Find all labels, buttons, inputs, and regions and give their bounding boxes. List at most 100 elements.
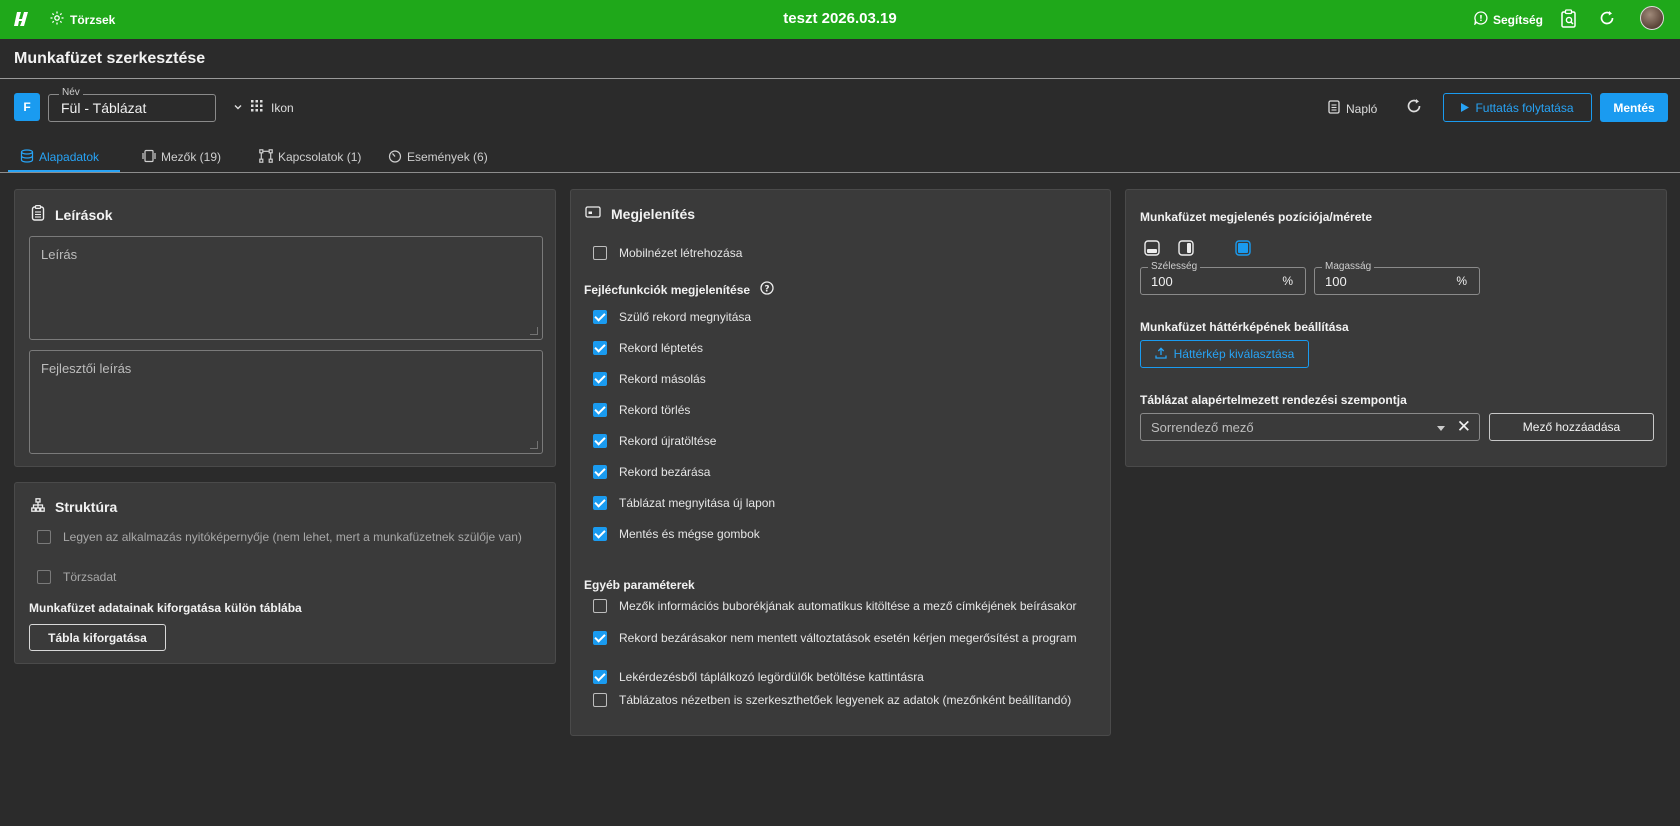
checkbox-label: Szülő rekord megnyitása [619, 310, 752, 324]
szelesseg-legend: Szélesség [1148, 261, 1201, 272]
checkbox-label: Mentés és mégse gombok [619, 527, 760, 541]
caret-down-icon[interactable] [1437, 426, 1445, 431]
help-circle-icon[interactable]: ? [760, 281, 774, 298]
szelesseg-field[interactable]: Szélesség 100 % [1140, 261, 1306, 295]
run-label: Futtatás folytatása [1475, 100, 1574, 115]
checkbox-label: Törzsadat [63, 570, 117, 584]
position-bottom-icon[interactable] [1144, 240, 1160, 256]
fejlec-checkbox-row[interactable]: Szülő rekord megnyitása [593, 309, 751, 325]
sun-icon [50, 11, 64, 28]
fejlec-label: Fejlécfunkciók megjelenítése [584, 282, 751, 297]
workbook-badge: F [14, 93, 40, 121]
checkbox[interactable] [593, 434, 607, 448]
fejlec-checkbox-row[interactable]: Rekord bezárása [593, 464, 710, 480]
checkbox[interactable] [593, 310, 607, 324]
position-full-icon[interactable] [1235, 240, 1251, 256]
egyeb-checkbox-row[interactable]: Mezők információs buborékjának automatik… [593, 598, 1083, 614]
tab-bar: Alapadatok Mezők (19) Kapcsolatok (1) Es… [0, 140, 1680, 174]
checkbox-label: Rekord léptetés [619, 341, 704, 355]
fejlec-checkbox-row[interactable]: Mentés és mégse gombok [593, 526, 760, 542]
help-label: Segítség [1493, 12, 1544, 27]
fields-icon [142, 149, 156, 166]
help-button[interactable]: ! Segítség [1474, 11, 1543, 28]
icon-picker[interactable]: Ikon [233, 100, 294, 115]
upload-icon [1154, 346, 1167, 362]
fejlec-checkbox-row[interactable]: Rekord másolás [593, 371, 706, 387]
tab-label: Kapcsolatok (1) [278, 150, 362, 164]
fejlec-checkbox-row[interactable]: Rekord törlés [593, 402, 690, 418]
rendezes-label: Táblázat alapértelmezett rendezési szemp… [1140, 393, 1407, 407]
checkbox[interactable] [37, 530, 51, 544]
app-title: teszt 2026.03.19 [783, 10, 897, 27]
hatterkep-button[interactable]: Háttérkép kiválasztása [1140, 340, 1309, 368]
tab-kapcsolatok[interactable]: Kapcsolatok (1) [259, 140, 361, 174]
fejlec-checkbox-row[interactable]: Táblázat megnyitása új lapon [593, 495, 775, 511]
clipboard-search-icon[interactable] [1560, 9, 1580, 29]
checkbox[interactable] [593, 527, 607, 541]
nyitokepernyo-checkbox-row[interactable]: Legyen az alkalmazás nyitóképernyője (ne… [37, 529, 547, 545]
log-icon [1328, 100, 1340, 117]
egyeb-checkbox-row[interactable]: Rekord bezárásakor nem mentett változtat… [593, 630, 1083, 646]
close-icon[interactable]: ✕ [1457, 418, 1471, 436]
checkbox[interactable] [593, 496, 607, 510]
continue-run-button[interactable]: Futtatás folytatása [1443, 93, 1592, 122]
checkbox[interactable] [593, 341, 607, 355]
fejlec-section: Fejlécfunkciók megjelenítése ? [584, 281, 774, 298]
chevron-down-icon [233, 101, 243, 115]
egyeb-label: Egyéb paraméterek [584, 578, 695, 592]
checkbox-label: Táblázatos nézetben is szerkeszthetőek l… [619, 693, 1072, 707]
resize-handle-icon[interactable] [530, 441, 538, 449]
name-field[interactable]: Név Fül - Táblázat [48, 87, 216, 122]
struktura-header: Struktúra [31, 498, 117, 515]
checkbox[interactable] [593, 403, 607, 417]
checkbox[interactable] [37, 570, 51, 584]
rendezes-select[interactable]: Sorrendező mező ✕ [1140, 413, 1480, 441]
checkbox[interactable] [593, 670, 607, 684]
reload-icon[interactable] [1405, 97, 1425, 117]
tab-mezok[interactable]: Mezők (19) [142, 140, 221, 174]
checkbox[interactable] [593, 372, 607, 386]
notes-icon [31, 205, 45, 224]
torzsadat-checkbox-row[interactable]: Törzsadat [37, 569, 547, 585]
struktura-panel: Struktúra Legyen az alkalmazás nyitóképe… [14, 482, 556, 664]
checkbox[interactable] [593, 246, 607, 260]
user-avatar[interactable] [1640, 6, 1664, 30]
fejlec-checkbox-row[interactable]: Rekord léptetés [593, 340, 703, 356]
checkbox[interactable] [593, 599, 607, 613]
pozicio-panel: Munkafüzet megjelenés pozíciója/mérete S… [1125, 189, 1667, 467]
app-logo-icon[interactable] [14, 10, 34, 30]
checkbox-label: Mobilnézet létrehozása [619, 246, 743, 260]
struktura-title: Struktúra [55, 498, 118, 515]
position-right-icon[interactable] [1178, 240, 1194, 256]
magassag-field[interactable]: Magasság 100 % [1314, 261, 1480, 295]
refresh-icon[interactable] [1598, 9, 1618, 29]
leiras-textarea[interactable]: Leírás [29, 236, 543, 340]
fejlesztoi-leiras-textarea[interactable]: Fejlesztői leírás [29, 350, 543, 454]
leirasok-panel: Leírások Leírás Fejlesztői leírás [14, 189, 556, 467]
checkbox[interactable] [593, 693, 607, 707]
egyeb-checkbox-row[interactable]: Táblázatos nézetben is szerkeszthetőek l… [593, 692, 1083, 708]
hierarchy-icon [31, 498, 45, 515]
ikon-label: Ikon [271, 100, 294, 115]
checkbox[interactable] [593, 631, 607, 645]
tab-alapadatok[interactable]: Alapadatok [20, 140, 99, 174]
mezo-hozzaadasa-button[interactable]: Mező hozzáadása [1489, 413, 1654, 441]
relations-icon [259, 148, 273, 166]
mobilnezet-checkbox-row[interactable]: Mobilnézet létrehozása [593, 245, 742, 261]
top-bar: Törzsek teszt 2026.03.19 ! Segítség [0, 0, 1680, 39]
divider [0, 172, 1680, 173]
torzsek-menu[interactable]: Törzsek [50, 11, 115, 28]
torzsek-label: Törzsek [70, 12, 116, 27]
log-button[interactable]: Napló [1328, 100, 1377, 117]
resize-handle-icon[interactable] [530, 327, 538, 335]
checkbox-label: Rekord újratöltése [619, 434, 717, 448]
checkbox-label: Rekord bezárásakor nem mentett változtat… [619, 631, 1077, 645]
checkbox-label: Rekord másolás [619, 372, 706, 386]
fejlec-checkbox-row[interactable]: Rekord újratöltése [593, 433, 716, 449]
display-icon [585, 205, 601, 222]
save-button[interactable]: Mentés [1600, 93, 1668, 122]
tab-esemenyek[interactable]: Események (6) [388, 140, 488, 174]
tabla-kiforgatasa-button[interactable]: Tábla kiforgatása [29, 624, 166, 651]
checkbox[interactable] [593, 465, 607, 479]
egyeb-checkbox-row[interactable]: Lekérdezésből táplálkozó legördülők betö… [593, 669, 1083, 685]
